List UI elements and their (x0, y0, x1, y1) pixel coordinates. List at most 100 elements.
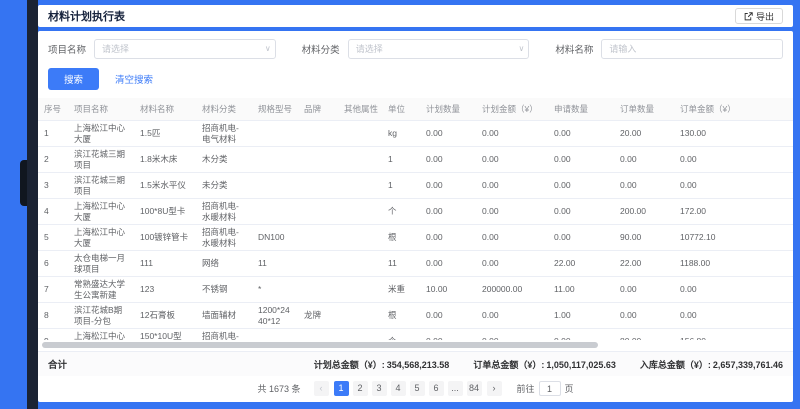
table-cell: 上海松江中心大厦 (68, 329, 134, 341)
table-cell (338, 329, 382, 341)
material-name-input[interactable] (601, 39, 783, 59)
table-cell: 0.00 (548, 329, 614, 341)
table-row: 7常熟盛达大学生公寓新建123不锈钢*米重10.00200000.0011.00… (38, 277, 793, 303)
table-cell (338, 277, 382, 303)
page-button-5[interactable]: 5 (410, 381, 425, 396)
table-cell: 10772.10 (674, 225, 793, 251)
table-cell: 1.00 (548, 303, 614, 329)
table-cell: 200000.00 (476, 277, 548, 303)
table-cell: 4 (38, 199, 68, 225)
table-body: 1上海松江中心大厦1.5匹招商机电-电气材料kg0.000.000.0020.0… (38, 121, 793, 341)
table-cell: 1.8米木床 (134, 147, 196, 173)
page-button-2[interactable]: 2 (353, 381, 368, 396)
table-cell: 3 (38, 173, 68, 199)
table-cell: 0.00 (548, 173, 614, 199)
table-cell: 上海松江中心大厦 (68, 199, 134, 225)
table-cell (298, 199, 338, 225)
export-button[interactable]: 导出 (735, 8, 783, 24)
table-row: 5上海松江中心大厦100镀锌管卡招商机电-水暖材料DN100根0.000.000… (38, 225, 793, 251)
table-cell (298, 329, 338, 341)
search-button[interactable]: 搜索 (48, 68, 99, 90)
table-cell: 0.00 (674, 277, 793, 303)
table-cell (338, 251, 382, 277)
table-cell: 22.00 (548, 251, 614, 277)
material-name-field[interactable] (601, 39, 783, 59)
filter-material-name-label: 材料名称 (555, 42, 593, 56)
table-cell: 9 (38, 329, 68, 341)
summary-item: 入库总金额（¥）:2,657,339,761.46 (640, 358, 783, 371)
page-button-6[interactable]: 6 (429, 381, 444, 396)
page-button-1[interactable]: 1 (334, 381, 349, 396)
table-cell: 0.00 (614, 173, 674, 199)
table-cell: 常熟盛达大学生公寓新建 (68, 277, 134, 303)
summary-item: 计划总金额（¥）:354,568,213.58 (314, 358, 450, 371)
summary-item-value: 2,657,339,761.46 (713, 360, 783, 370)
table-cell: 0.00 (548, 199, 614, 225)
project-name-select[interactable]: ∨ (94, 39, 276, 59)
table-cell: 0.00 (420, 225, 476, 251)
collapsed-sidebar[interactable] (27, 0, 38, 409)
project-name-select-input[interactable] (94, 39, 276, 59)
table-cell: 150*10U型卡 (134, 329, 196, 341)
table-cell: 8 (38, 303, 68, 329)
scrollbar-thumb[interactable] (42, 342, 598, 348)
table-cell: 根 (382, 225, 420, 251)
filter-material-category: 材料分类 ∨ (302, 39, 530, 59)
table-cell: kg (382, 121, 420, 147)
table-row: 8滨江花城B期项目-分包12石膏板墙面辅材1200*2440*12龙牌根0.00… (38, 303, 793, 329)
table-cell: 0.00 (476, 173, 548, 199)
summary-item: 订单总金额（¥）:1,050,117,025.63 (473, 358, 616, 371)
table-cell: 1200*2440*12 (252, 303, 298, 329)
page-button-84[interactable]: 84 (467, 381, 482, 396)
column-header: 材料分类 (196, 98, 252, 121)
table-cell: 123 (134, 277, 196, 303)
table-cell: 20.00 (614, 121, 674, 147)
sidebar-expand-handle[interactable] (20, 160, 27, 206)
table-cell: 0.00 (420, 251, 476, 277)
table-cell: 0.00 (476, 199, 548, 225)
table-row: 6太仓电梯一月球项目111网络11110.000.0022.0022.00118… (38, 251, 793, 277)
clear-search-button[interactable]: 清空搜索 (115, 72, 153, 86)
table-cell (252, 329, 298, 341)
table-cell: 11 (252, 251, 298, 277)
pagination: 共 1673 条 ‹ 123456...84 › 前往 页 (38, 376, 793, 402)
table-cell: 11.00 (548, 277, 614, 303)
summary-item-label: 订单总金额（¥）: (473, 360, 544, 370)
page-ellipsis: ... (448, 381, 463, 396)
filter-project-name-label: 项目名称 (48, 42, 86, 56)
table-cell: 111 (134, 251, 196, 277)
table-cell: 滨江花城三期项目 (68, 173, 134, 199)
goto-page-input[interactable] (539, 381, 561, 396)
prev-page-button[interactable]: ‹ (314, 381, 329, 396)
table-cell: 1 (382, 147, 420, 173)
table-cell: 0.00 (420, 147, 476, 173)
table-cell: 1188.00 (674, 251, 793, 277)
table-cell (338, 147, 382, 173)
table-cell: 个 (382, 199, 420, 225)
table-cell: 0.00 (614, 277, 674, 303)
materials-table-container: 序号项目名称材料名称材料分类规格型号品牌其他属性单位计划数量计划金额（¥）申请数… (38, 98, 793, 340)
table-cell: 不锈钢 (196, 277, 252, 303)
table-cell (298, 147, 338, 173)
page-button-3[interactable]: 3 (372, 381, 387, 396)
table-cell: 22.00 (614, 251, 674, 277)
goto-suffix-label: 页 (565, 382, 574, 395)
table-cell: 龙牌 (298, 303, 338, 329)
table-cell: 172.00 (674, 199, 793, 225)
table-cell: 1.5米水平仪 (134, 173, 196, 199)
summary-total-label: 合计 (48, 357, 67, 371)
next-page-button[interactable]: › (487, 381, 502, 396)
table-cell: 0.00 (548, 225, 614, 251)
table-cell (338, 121, 382, 147)
horizontal-scrollbar[interactable] (40, 341, 791, 350)
material-category-select[interactable]: ∨ (348, 39, 530, 59)
table-cell: 招商机电-水暖材料 (196, 199, 252, 225)
column-header: 计划数量 (420, 98, 476, 121)
table-cell: 100*8U型卡 (134, 199, 196, 225)
table-cell: 未分类 (196, 173, 252, 199)
material-category-select-input[interactable] (348, 39, 530, 59)
table-cell: 滨江花城B期项目-分包 (68, 303, 134, 329)
table-cell: 10.00 (420, 277, 476, 303)
page-button-4[interactable]: 4 (391, 381, 406, 396)
table-cell: 156.80 (674, 329, 793, 341)
